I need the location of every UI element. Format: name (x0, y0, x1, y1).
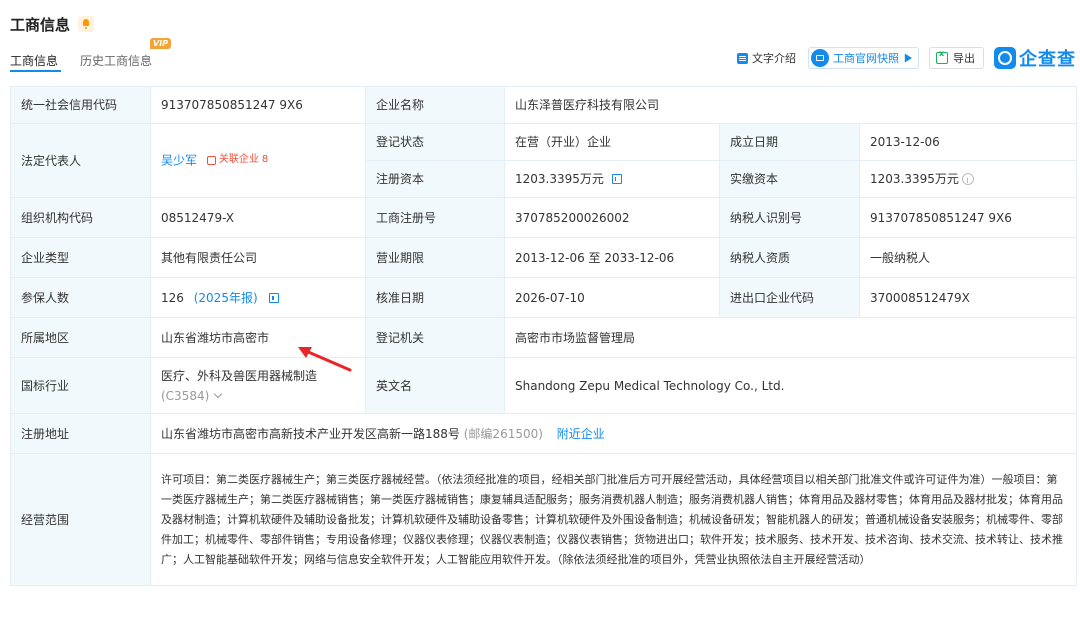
company-name-value: 山东泽普医疗科技有限公司 (503, 86, 1078, 124)
authority-label: 登记机关 (365, 317, 505, 358)
chart-icon[interactable] (611, 174, 622, 184)
info-icon[interactable] (961, 173, 974, 185)
active-tab-underline (10, 70, 61, 72)
reg-capital-value: 1203.3395万元 (515, 172, 604, 186)
ie-code-value: 370008512479X (858, 277, 1078, 318)
tax-qual-value: 一般纳税人 (858, 237, 1078, 278)
approve-date-label: 核准日期 (365, 277, 505, 318)
industry-code: (C3584) (161, 388, 210, 403)
snapshot-button[interactable]: 工商官网快照 (808, 47, 919, 69)
tab-business-info[interactable]: 工商信息 (10, 52, 58, 69)
snapshot-label: 工商官网快照 (833, 52, 899, 65)
industry-label: 国标行业 (10, 357, 151, 414)
org-code-label: 组织机构代码 (10, 197, 151, 238)
authority-value: 高密市市场监督管理局 (503, 317, 1078, 358)
logo-text: 企查查 (1019, 49, 1076, 70)
text-intro-label: 文字介绍 (752, 52, 796, 65)
status-value: 在营（开业）企业 (504, 123, 720, 161)
credit-code-label: 统一社会信用代码 (10, 86, 151, 124)
table-row: 统一社会信用代码 913707850851247 9X6 企业名称 山东泽普医疗… (10, 86, 1078, 124)
status-label: 登记状态 (365, 123, 505, 161)
paid-capital-cell: 1203.3395万元 (858, 160, 1078, 198)
legal-rep-cell: 吴少军 关联企业 8 (150, 123, 366, 198)
table-row: 企业类型 其他有限责任公司 营业期限 2013-12-06 至 2033-12-… (10, 237, 1078, 278)
legal-rep-label: 法定代表人 (10, 123, 151, 198)
related-label: 关联企业 (218, 154, 259, 166)
chart-icon[interactable] (269, 292, 280, 303)
chevron-down-icon (214, 389, 223, 398)
nearby-companies-link[interactable]: 附近企业 (557, 427, 605, 441)
region-label: 所属地区 (10, 317, 151, 358)
english-name-value: Shandong Zepu Medical Technology Co., Lt… (503, 357, 1078, 414)
snapshot-icon (811, 49, 829, 67)
table-row: 注册地址 山东省潍坊市高密市高新技术产业开发区高新一路188号 (邮编26150… (10, 413, 1078, 454)
logo-mark-icon (994, 47, 1016, 69)
annotation-arrow (298, 347, 352, 372)
type-label: 企业类型 (10, 237, 151, 278)
qichacha-logo: 企查查 (994, 45, 1076, 71)
scope-label: 经营范围 (10, 453, 151, 586)
reg-capital-label: 注册资本 (365, 160, 505, 198)
address-label: 注册地址 (10, 413, 151, 454)
paid-capital-value: 1203.3395万元 (870, 172, 959, 186)
insured-cell: 126 (2025年报) (150, 277, 366, 318)
toolbar: 文字介绍 工商官网快照 导出 企查查 (737, 46, 1076, 70)
reg-no-value: 370785200026002 (504, 197, 720, 238)
business-info-table: 统一社会信用代码 913707850851247 9X6 企业名称 山东泽普医疗… (10, 86, 1078, 586)
insured-report-link[interactable]: (2025年报) (194, 291, 258, 305)
table-row: 法定代表人 吴少军 关联企业 8 登记状态 在营（开业）企业 成立日期 2013… (10, 123, 1078, 198)
title-row: 工商信息 (10, 12, 95, 36)
play-icon (904, 53, 912, 63)
legal-rep-link[interactable]: 吴少军 (161, 154, 197, 168)
postcode: (邮编261500) (463, 426, 543, 441)
text-intro-button[interactable]: 文字介绍 (737, 50, 796, 66)
table-row: 所属地区 山东省潍坊市高密市 登记机关 高密市市场监督管理局 (10, 317, 1078, 358)
reg-no-label: 工商注册号 (365, 197, 505, 238)
est-date-value: 2013-12-06 (858, 123, 1078, 161)
address-cell: 山东省潍坊市高密市高新技术产业开发区高新一路188号 (邮编261500) 附近… (149, 413, 1078, 454)
table-row: 组织机构代码 08512479-X 工商注册号 370785200026002 … (10, 197, 1078, 238)
document-icon (737, 52, 748, 64)
reg-capital-cell: 1203.3395万元 (504, 160, 720, 198)
related-count: 8 (261, 154, 269, 166)
taxpayer-id-label: 纳税人识别号 (719, 197, 860, 238)
page-title: 工商信息 (10, 15, 71, 34)
table-row: 参保人数 126 (2025年报) 核准日期 2026-07-10 进出口企业代… (10, 277, 1078, 318)
est-date-label: 成立日期 (719, 123, 860, 161)
insured-value: 126 (161, 290, 184, 305)
tax-qual-label: 纳税人资质 (719, 237, 860, 278)
paid-capital-label: 实缴资本 (719, 160, 860, 198)
industry-code-toggle[interactable]: (C3584) (161, 386, 355, 406)
approve-date-value: 2026-07-10 (504, 277, 720, 318)
company-name-label: 企业名称 (365, 86, 505, 124)
term-value: 2013-12-06 至 2033-12-06 (504, 237, 720, 278)
export-label: 导出 (953, 52, 975, 65)
related-icon (206, 155, 216, 165)
bell-icon[interactable] (78, 16, 95, 32)
scope-value: 许可项目：第二类医疗器械生产；第三类医疗器械经营。（依法须经批准的项目，经相关部… (149, 453, 1078, 586)
export-button[interactable]: 导出 (929, 47, 984, 69)
type-value: 其他有限责任公司 (150, 237, 366, 278)
term-label: 营业期限 (365, 237, 505, 278)
related-companies-badge[interactable]: 关联企业 8 (206, 150, 269, 170)
english-name-label: 英文名 (365, 357, 505, 414)
excel-icon (936, 49, 948, 64)
insured-label: 参保人数 (10, 277, 151, 318)
table-row: 国标行业 医疗、外科及兽医用器械制造 (C3584) 英文名 Shandong … (10, 357, 1078, 414)
vip-badge: VIP (150, 38, 172, 49)
table-row: 经营范围 许可项目：第二类医疗器械生产；第三类医疗器械经营。（依法须经批准的项目… (10, 453, 1078, 586)
address-value: 山东省潍坊市高密市高新技术产业开发区高新一路188号 (161, 426, 460, 441)
taxpayer-id-value: 913707850851247 9X6 (858, 197, 1078, 238)
ie-code-label: 进出口企业代码 (719, 277, 860, 318)
org-code-value: 08512479-X (150, 197, 366, 238)
credit-code-value: 913707850851247 9X6 (150, 86, 366, 124)
tab-history-info[interactable]: 历史工商信息 (80, 52, 152, 69)
